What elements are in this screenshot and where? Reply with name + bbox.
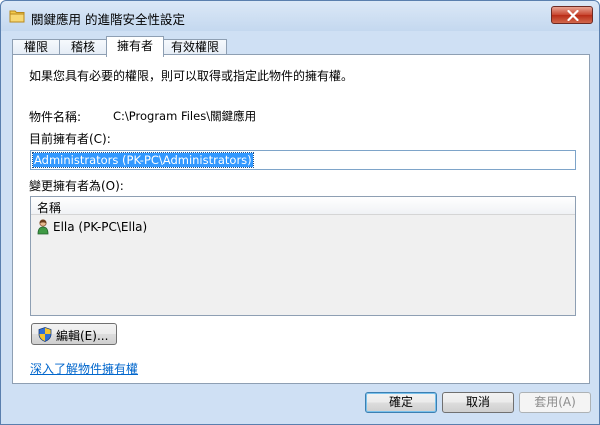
tab-label: 有效權限 [170,40,219,54]
edit-button-label: 編輯(E)... [56,329,109,343]
window-title: 關鍵應用 的進階安全性設定 [31,12,185,27]
object-name-value: C:\Program Files\關鍵應用 [113,109,257,123]
user-icon [37,219,49,235]
tab-label: 權限 [23,40,48,54]
title-bar[interactable]: 關鍵應用 的進階安全性設定 [1,1,599,31]
apply-button-label: 套用(A) [534,395,576,409]
tab-owner[interactable]: 擁有者 [106,36,164,57]
close-icon [567,10,579,21]
shield-icon [38,327,52,342]
list-column-header[interactable]: 名稱 [31,197,575,215]
learn-more-link[interactable]: 深入了解物件擁有權 [30,360,138,377]
change-owner-label: 變更擁有者為(O): [29,179,124,193]
current-owner-label: 目前擁有者(C): [29,132,111,146]
apply-button[interactable]: 套用(A) [519,392,591,413]
list-item-label: Ella (PK-PC\Ella) [53,220,148,234]
object-name-label: 物件名稱: [29,110,82,124]
tab-label: 稽核 [70,40,95,54]
folder-icon [9,9,25,23]
tab-label: 擁有者 [116,39,153,53]
ok-button[interactable]: 確定 [365,392,437,413]
list-item[interactable]: Ella (PK-PC\Ella) [35,219,335,235]
current-owner-value: Administrators (PK-PC\Administrators) [32,152,254,168]
column-name-label: 名稱 [37,201,62,215]
dialog-window: 關鍵應用 的進階安全性設定 權限 稽核 擁有者 有效權限 如果您具有必要的權限，… [0,0,600,425]
ok-button-label: 確定 [388,395,413,409]
edit-button[interactable]: 編輯(E)... [31,323,117,345]
tab-strip: 權限 稽核 擁有者 有效權限 [12,36,592,57]
cancel-button[interactable]: 取消 [442,392,514,413]
owner-tab-panel: 如果您具有必要的權限，則可以取得或指定此物件的擁有權。 物件名稱: C:\Pro… [12,54,590,384]
close-button[interactable] [551,6,593,24]
owner-candidates-list[interactable]: 名稱 Ella (PK-PC\Ella) [30,196,576,316]
cancel-button-label: 取消 [465,395,490,409]
intro-text: 如果您具有必要的權限，則可以取得或指定此物件的擁有權。 [29,69,354,83]
current-owner-field[interactable]: Administrators (PK-PC\Administrators) [30,150,576,170]
